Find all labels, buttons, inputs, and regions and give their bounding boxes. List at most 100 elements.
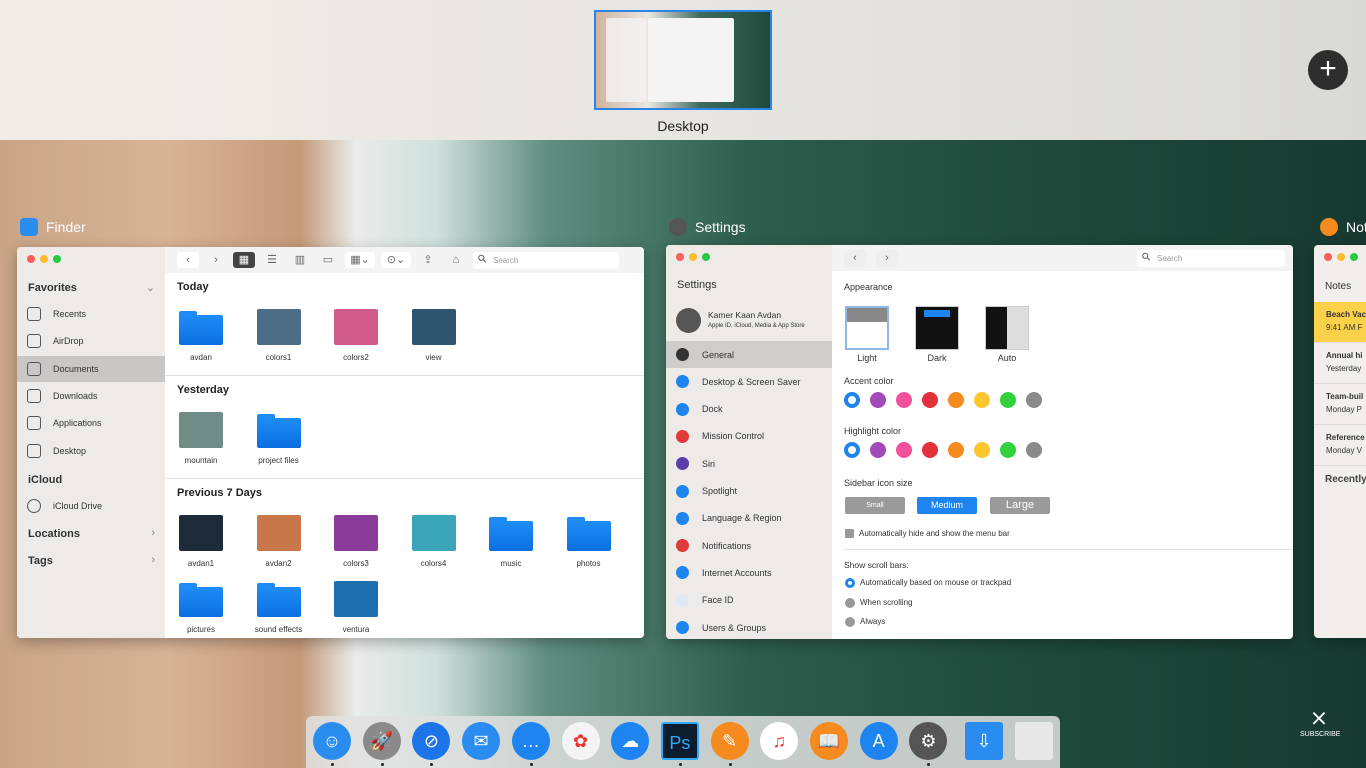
recently-deleted-header[interactable]: Recently [1325,474,1366,485]
sidebar-item-documents[interactable]: Documents [17,355,165,382]
file-item[interactable]: colors4 [399,515,469,568]
search-input[interactable]: Search [473,251,619,269]
group-button[interactable]: ▦⌄ [345,252,375,268]
note-item[interactable]: Annual hi Yesterday [1314,343,1366,384]
dock-trash-icon[interactable] [1014,722,1053,760]
list-view-button[interactable]: ☰ [261,252,283,268]
settings-item-siri[interactable]: Siri [666,450,832,477]
sidebar-item-recents[interactable]: Recents [17,301,165,327]
dock-finder-icon[interactable]: ☺ [313,722,351,760]
file-item[interactable]: project files [244,412,314,465]
settings-item-internet-accounts[interactable]: Internet Accounts [666,559,832,586]
file-item[interactable]: pictures [166,581,236,634]
highlight-color-swatch[interactable] [1000,442,1016,458]
appearance-dark[interactable] [915,306,959,350]
column-view-button[interactable]: ▥ [289,252,311,268]
highlight-color-swatch[interactable] [1026,442,1042,458]
close-button[interactable] [676,253,684,261]
settings-item-face-id[interactable]: Face ID [666,587,832,614]
favorites-header[interactable]: Favorites [28,282,77,294]
dock-weather-icon[interactable]: ☁ [611,722,650,760]
menu-bar-checkbox[interactable] [845,529,854,538]
accent-color-swatch[interactable] [948,392,964,408]
note-item[interactable]: Team-buil Monday P [1314,384,1366,425]
settings-item-desktop-screen-saver[interactable]: Desktop & Screen Saver [666,368,832,395]
back-button[interactable]: ‹ [177,252,199,268]
settings-item-users-groups[interactable]: Users & Groups [666,614,832,639]
minimize-button[interactable] [689,253,697,261]
file-item[interactable]: colors3 [321,515,391,568]
file-item[interactable]: avdan1 [166,515,236,568]
settings-item-notifications[interactable]: Notifications [666,532,832,559]
appearance-light[interactable] [845,306,889,350]
scroll-radio-auto[interactable] [845,578,855,588]
note-item[interactable]: Reference Monday V [1314,425,1366,466]
accent-color-swatch[interactable] [870,392,886,408]
chevron-down-icon[interactable]: ⌄ [146,281,155,294]
minimize-button[interactable] [1337,253,1345,261]
scroll-radio-always[interactable] [845,617,855,627]
add-space-button[interactable]: + [1308,50,1348,90]
chevron-right-icon[interactable]: › [151,554,155,566]
finder-window[interactable]: Favorites ⌄ Recents AirDrop Documents Downl… [17,247,644,638]
dock-app-store-icon[interactable]: A [859,722,898,760]
settings-item-dock[interactable]: Dock [666,396,832,423]
dock-messages-icon[interactable]: … [511,722,550,760]
sidebar-item-applications[interactable]: Applications [17,410,165,436]
dock-launchpad-icon[interactable]: 🚀 [362,722,401,760]
file-item[interactable]: avdan [166,309,236,362]
close-button[interactable] [27,255,35,263]
sidebar-item-icloud-drive[interactable]: iCloud Drive [17,493,165,519]
tag-icon[interactable]: ⌂ [445,252,467,268]
accent-color-swatch[interactable] [844,392,860,408]
dock-downloads-icon[interactable]: ⇩ [965,722,1004,760]
scroll-option-label[interactable]: Always [860,617,885,626]
file-item[interactable]: music [476,515,546,568]
highlight-color-swatch[interactable] [974,442,990,458]
avatar[interactable] [676,308,701,333]
highlight-color-swatch[interactable] [870,442,886,458]
zoom-button[interactable] [53,255,61,263]
note-item[interactable]: Beach Vac 9:41 AM F [1314,302,1366,343]
file-item[interactable]: sound effects [244,581,314,634]
scroll-option-label[interactable]: Automatically based on mouse or trackpad [860,578,1011,587]
appearance-auto[interactable] [985,306,1029,350]
file-item[interactable]: photos [554,515,624,568]
file-item[interactable]: colors2 [321,309,391,362]
menu-bar-checkbox-label[interactable]: Automatically hide and show the menu bar [859,529,1010,538]
highlight-color-swatch[interactable] [844,442,860,458]
gallery-view-button[interactable]: ▭ [317,252,339,268]
dock-photos-icon[interactable]: ✿ [561,722,600,760]
scroll-radio-scrolling[interactable] [845,598,855,608]
share-icon[interactable]: ⇪ [417,252,439,268]
accent-color-swatch[interactable] [1026,392,1042,408]
zoom-button[interactable] [702,253,710,261]
icon-view-button[interactable]: ▦ [233,252,255,268]
file-item[interactable]: avdan2 [244,515,314,568]
dock-notes-icon[interactable]: ✎ [710,722,749,760]
icon-size-medium[interactable]: Medium [917,497,977,514]
file-item[interactable]: mountain [166,412,236,465]
dock-safari-icon[interactable]: ⊘ [412,722,451,760]
highlight-color-swatch[interactable] [948,442,964,458]
dock-music-icon[interactable]: ♫ [760,722,799,760]
icon-size-large[interactable]: Large [990,497,1050,514]
dock-mail-icon[interactable]: ✉ [462,722,501,760]
accent-color-swatch[interactable] [922,392,938,408]
sidebar-item-downloads[interactable]: Downloads [17,383,165,409]
sidebar-item-desktop[interactable]: Desktop [17,438,165,464]
desktop-space-thumbnail[interactable] [594,10,772,110]
minimize-button[interactable] [40,255,48,263]
sidebar-item-airdrop[interactable]: AirDrop [17,328,165,354]
search-input[interactable]: Search [1137,249,1285,267]
locations-header[interactable]: Locations [28,528,80,540]
accent-color-swatch[interactable] [974,392,990,408]
forward-button[interactable]: › [876,250,898,266]
action-button[interactable]: ⊙⌄ [381,252,411,268]
settings-item-spotlight[interactable]: Spotlight [666,478,832,505]
highlight-color-swatch[interactable] [896,442,912,458]
highlight-color-swatch[interactable] [922,442,938,458]
close-button[interactable] [1324,253,1332,261]
dock-system-preferences-icon[interactable]: ⚙ [909,722,948,760]
file-item[interactable]: view [399,309,469,362]
